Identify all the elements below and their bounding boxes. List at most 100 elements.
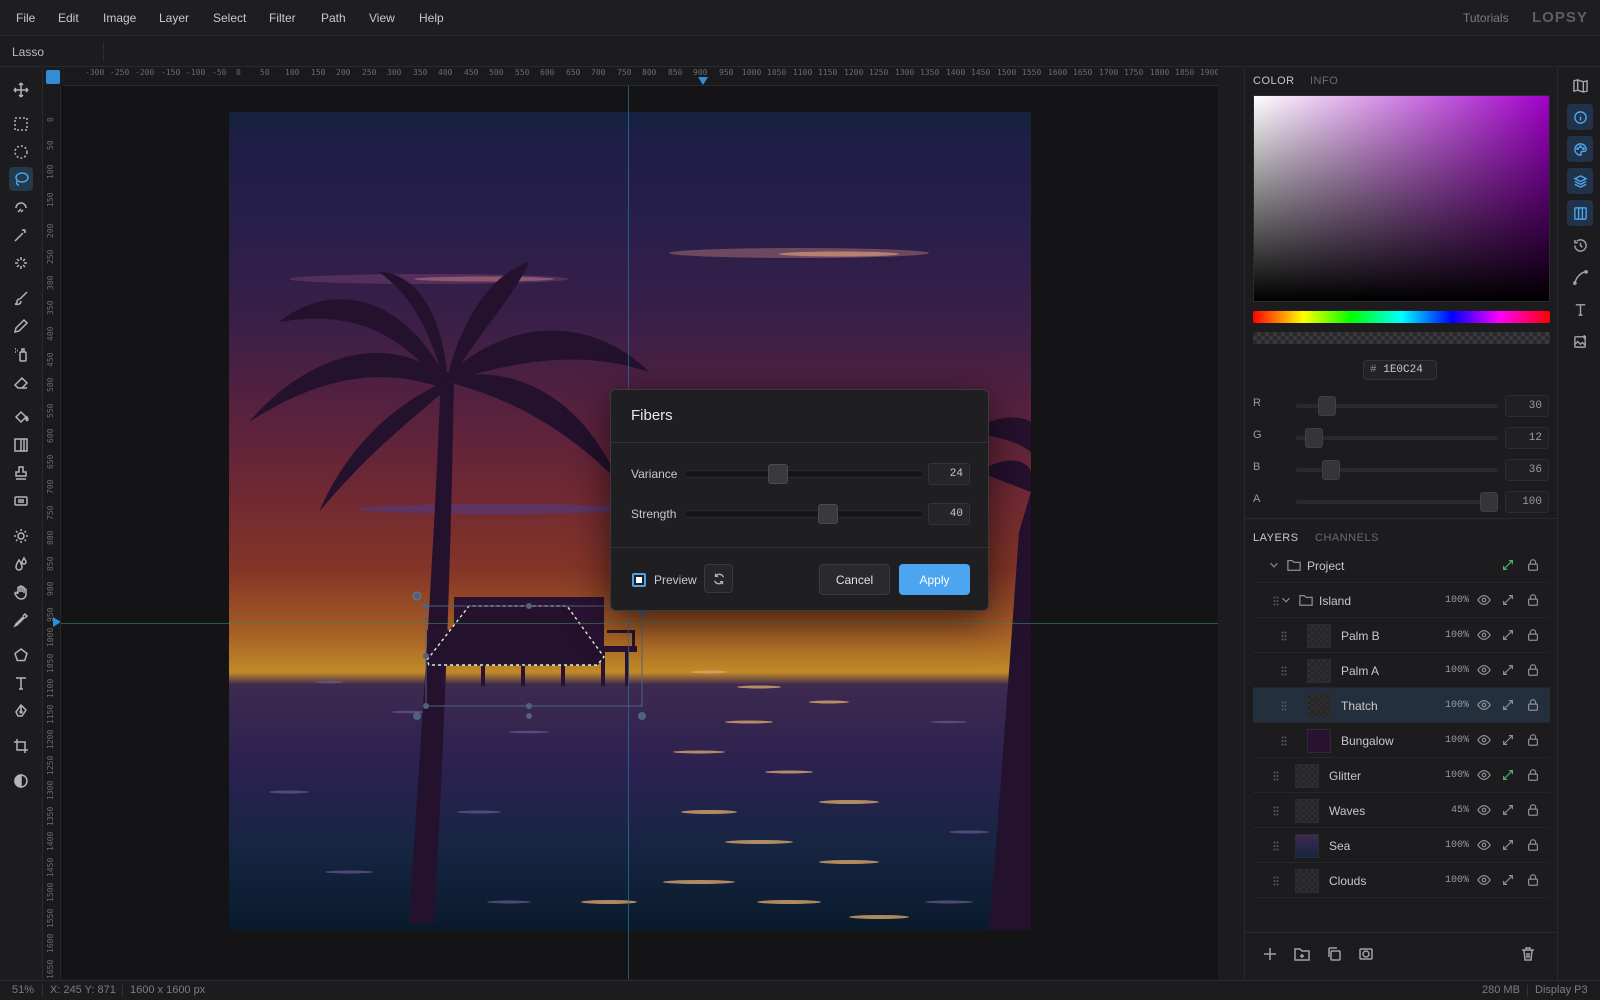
lock-icon[interactable]	[1526, 558, 1540, 572]
layer-opacity[interactable]: 100%	[1439, 630, 1469, 641]
channel-g-slider[interactable]	[1296, 428, 1498, 448]
history-panel-button[interactable]	[1567, 232, 1593, 258]
horizontal-guide[interactable]	[61, 623, 1218, 624]
effects-icon[interactable]	[1501, 628, 1515, 642]
add-group-button[interactable]	[1294, 946, 1312, 964]
strength-slider[interactable]	[684, 504, 924, 524]
drag-handle-icon[interactable]	[1273, 840, 1279, 851]
vertical-ruler[interactable]: 0 50 100 150 200 250 300 350 400 450 500…	[43, 86, 61, 980]
layer-row-bungalow[interactable]: Bungalow 100%	[1253, 723, 1550, 758]
variance-slider-thumb[interactable]	[768, 464, 788, 484]
menu-image[interactable]: Image	[103, 11, 136, 25]
alpha-slider[interactable]	[1253, 332, 1550, 344]
tab-info[interactable]: INFO	[1310, 75, 1338, 87]
channel-g-value[interactable]: 12	[1505, 427, 1549, 449]
stamp-tool-icon[interactable]	[9, 461, 33, 485]
channel-r-slider[interactable]	[1296, 396, 1498, 416]
strength-value-field[interactable]: 40	[928, 503, 970, 525]
effects-icon[interactable]	[1501, 768, 1515, 782]
reset-button[interactable]	[704, 564, 733, 593]
horizontal-ruler[interactable]: -300 -250 -200 -150 -100 -50 0 50 100 15…	[64, 68, 1218, 86]
layer-opacity[interactable]: 45%	[1439, 805, 1469, 816]
channel-g-thumb[interactable]	[1305, 428, 1323, 448]
effects-icon[interactable]	[1501, 803, 1515, 817]
lock-icon[interactable]	[1526, 663, 1540, 677]
navigator-button[interactable]	[1567, 72, 1593, 98]
layer-name[interactable]: Project	[1307, 559, 1344, 573]
drag-handle-icon[interactable]	[1273, 770, 1279, 781]
apply-button[interactable]: Apply	[899, 564, 970, 595]
layer-opacity[interactable]: 100%	[1439, 665, 1469, 676]
drag-handle-icon[interactable]	[1273, 875, 1279, 886]
rect-select-tool-icon[interactable]	[9, 112, 33, 136]
eye-icon[interactable]	[1477, 733, 1491, 747]
eye-icon[interactable]	[1477, 803, 1491, 817]
duplicate-layer-button[interactable]	[1326, 946, 1344, 964]
preview-label[interactable]: Preview	[654, 573, 697, 587]
menu-filter[interactable]: Filter	[269, 11, 296, 25]
lasso-tool-icon[interactable]	[9, 167, 33, 191]
layer-row-waves[interactable]: Waves 45%	[1253, 793, 1550, 828]
eye-icon[interactable]	[1477, 628, 1491, 642]
menu-help[interactable]: Help	[419, 11, 444, 25]
channel-a-thumb[interactable]	[1480, 492, 1498, 512]
layer-row-sea[interactable]: Sea 100%	[1253, 828, 1550, 863]
eye-icon[interactable]	[1477, 873, 1491, 887]
effects-icon[interactable]	[1501, 733, 1515, 747]
channel-b-value[interactable]: 36	[1505, 459, 1549, 481]
layer-thumbnail[interactable]	[1295, 869, 1319, 893]
menu-select[interactable]: Select	[213, 11, 246, 25]
blur-tool-icon[interactable]	[9, 552, 33, 576]
layer-name[interactable]: Clouds	[1329, 874, 1366, 888]
delete-layer-button[interactable]	[1520, 946, 1538, 964]
layer-thumbnail[interactable]	[1307, 694, 1331, 718]
layer-name[interactable]: Waves	[1329, 804, 1365, 818]
contrast-tool-icon[interactable]	[9, 769, 33, 793]
crop-tool-icon[interactable]	[9, 734, 33, 758]
pencil-tool-icon[interactable]	[9, 314, 33, 338]
tab-layers[interactable]: LAYERS	[1253, 532, 1299, 544]
layer-row-project[interactable]: Project	[1253, 548, 1550, 583]
saturation-value-picker[interactable]	[1253, 95, 1550, 302]
channel-a-slider[interactable]	[1296, 492, 1498, 512]
polygon-tool-icon[interactable]	[9, 643, 33, 667]
ruler-corner-toggle[interactable]	[46, 70, 60, 84]
fill-bucket-tool-icon[interactable]	[9, 405, 33, 429]
layer-opacity[interactable]: 100%	[1439, 700, 1469, 711]
menu-layer[interactable]: Layer	[159, 11, 189, 25]
lock-icon[interactable]	[1526, 733, 1540, 747]
info-panel-button[interactable]	[1567, 104, 1593, 130]
mask-layer-button[interactable]	[1358, 946, 1376, 964]
layer-name[interactable]: Sea	[1329, 839, 1350, 853]
eyedropper-tool-icon[interactable]	[9, 608, 33, 632]
layer-thumbnail[interactable]	[1307, 659, 1331, 683]
guide-marker-icon[interactable]	[53, 617, 61, 627]
layer-opacity[interactable]: 100%	[1439, 840, 1469, 851]
channels-panel-button[interactable]	[1567, 200, 1593, 226]
layer-row-clouds[interactable]: Clouds 100%	[1253, 863, 1550, 898]
magic-wand-tool-icon[interactable]	[9, 223, 33, 247]
brush-tool-icon[interactable]	[9, 286, 33, 310]
layer-name[interactable]: Bungalow	[1341, 734, 1394, 748]
lock-icon[interactable]	[1526, 628, 1540, 642]
effects-icon[interactable]	[1501, 663, 1515, 677]
spray-tool-icon[interactable]	[9, 342, 33, 366]
layer-opacity[interactable]: 100%	[1439, 770, 1469, 781]
layer-row-island[interactable]: Island 100%	[1253, 583, 1550, 618]
drag-handle-icon[interactable]	[1273, 805, 1279, 816]
magnetic-lasso-tool-icon[interactable]	[9, 195, 33, 219]
lock-icon[interactable]	[1526, 768, 1540, 782]
layer-thumbnail[interactable]	[1295, 764, 1319, 788]
character-panel-button[interactable]	[1567, 296, 1593, 322]
menu-file[interactable]: File	[16, 11, 35, 25]
layer-name[interactable]: Island	[1319, 594, 1351, 608]
ellipse-select-tool-icon[interactable]	[9, 140, 33, 164]
layer-thumbnail[interactable]	[1295, 799, 1319, 823]
pen-tool-icon[interactable]	[9, 699, 33, 723]
tab-color[interactable]: COLOR	[1253, 75, 1295, 87]
hand-tool-icon[interactable]	[9, 580, 33, 604]
quick-select-tool-icon[interactable]	[9, 251, 33, 275]
lock-icon[interactable]	[1526, 838, 1540, 852]
layer-thumbnail[interactable]	[1295, 834, 1319, 858]
text-tool-icon[interactable]	[9, 671, 33, 695]
